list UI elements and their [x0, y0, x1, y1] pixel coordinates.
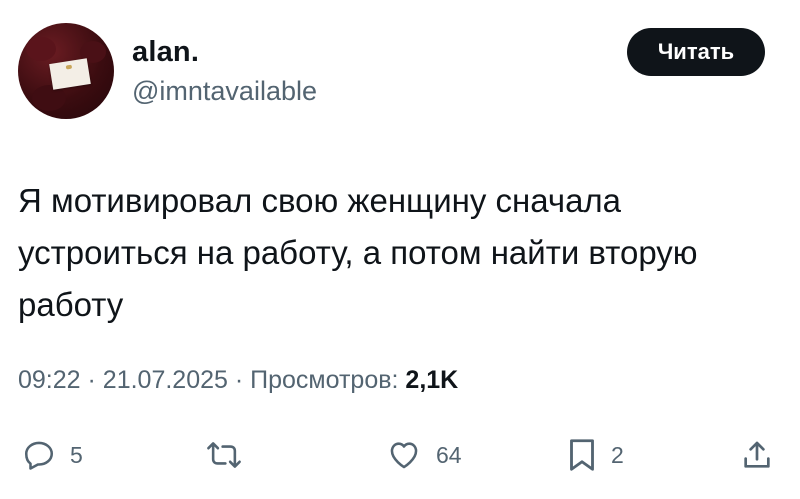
bookmark-button[interactable]: 2: [567, 430, 624, 480]
reply-icon: [22, 438, 56, 472]
tweet-meta: 09:22 · 21.07.2025 · Просмотров: 2,1K: [18, 366, 458, 395]
like-button[interactable]: 64: [386, 430, 462, 480]
heart-icon: [386, 438, 422, 472]
retweet-button[interactable]: [205, 430, 257, 480]
action-bar: 5 64 2: [0, 430, 800, 480]
reply-count: 5: [70, 441, 83, 468]
tweet-card: alan. @imntavailable Читать Я мотивирова…: [0, 0, 800, 499]
tweet-time[interactable]: 09:22: [18, 366, 81, 394]
avatar-card-image: [49, 58, 91, 90]
retweet-icon: [205, 438, 243, 472]
like-count: 64: [436, 441, 462, 468]
author-display-name[interactable]: alan.: [132, 36, 199, 69]
follow-button[interactable]: Читать: [627, 28, 765, 76]
views-count: 2,1K: [405, 366, 459, 394]
tweet-text-line: устроиться на работу, а потом найти втор…: [18, 234, 698, 271]
avatar-decoration: [32, 85, 66, 111]
tweet-text: Я мотивировал свою женщину сначала устро…: [18, 175, 778, 331]
bookmark-count: 2: [611, 441, 624, 468]
author-handle[interactable]: @imntavailable: [132, 76, 317, 107]
avatar[interactable]: [18, 23, 114, 119]
meta-separator: ·: [87, 366, 96, 394]
avatar-decoration: [26, 37, 56, 61]
reply-button[interactable]: 5: [22, 430, 83, 480]
meta-separator: ·: [234, 366, 244, 394]
tweet-text-line: работу: [18, 286, 124, 323]
bookmark-icon: [567, 437, 597, 473]
share-button[interactable]: [740, 430, 774, 480]
tweet-date[interactable]: 21.07.2025: [103, 366, 228, 394]
tweet-text-line: Я мотивировал свою женщину сначала: [18, 182, 622, 219]
share-icon: [740, 438, 774, 472]
views-label: Просмотров:: [250, 366, 399, 394]
